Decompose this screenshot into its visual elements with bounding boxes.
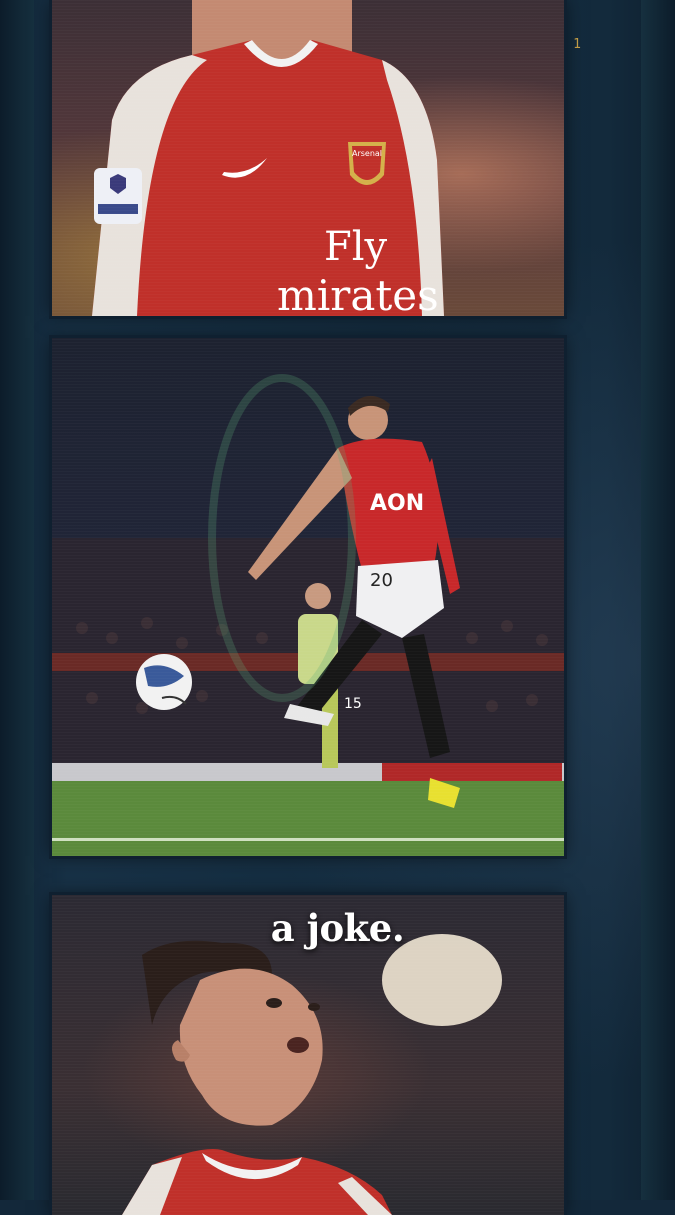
sponsor-text-line1: Fly xyxy=(324,224,388,270)
subtitle-caption: a joke. xyxy=(270,906,405,950)
sponsor-text-line2: mirates xyxy=(277,271,439,316)
arsenal-crest-icon: Arsenal xyxy=(348,142,386,185)
film-edge-right xyxy=(641,0,675,1200)
united-number: 20 xyxy=(370,570,393,591)
film-frame-arsenal-jersey: Arsenal Fly mirates xyxy=(52,0,564,316)
film-edge-left xyxy=(0,0,34,1200)
volley-scene-illustration: 15 AON 20 xyxy=(52,374,564,856)
united-sponsor-text: AON xyxy=(370,491,424,516)
svg-text:Arsenal: Arsenal xyxy=(352,149,382,158)
premier-league-sleeve-badge xyxy=(94,168,142,224)
film-frame-volley: 15 AON 20 xyxy=(52,338,564,856)
pitch xyxy=(52,781,564,856)
keeper-number: 15 xyxy=(344,696,362,712)
arsenal-jersey-illustration: Arsenal Fly mirates xyxy=(92,0,444,316)
football xyxy=(136,654,192,710)
